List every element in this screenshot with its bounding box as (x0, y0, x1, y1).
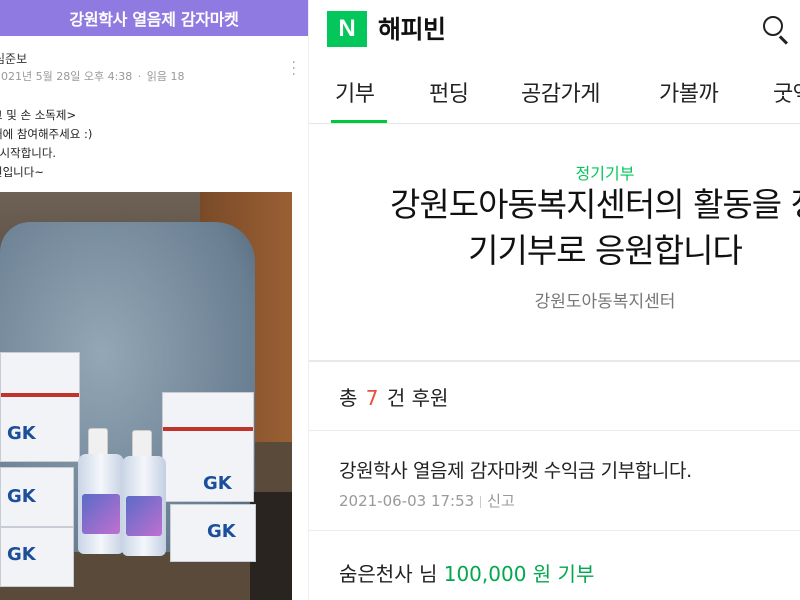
mask-box: GK (170, 504, 256, 562)
box-logo: GK (207, 521, 236, 542)
campaign-title: 강원도아동복지센터의 활동을 정 기기부로 응원합니다 (389, 185, 800, 270)
post-body: 크 및 손 소독제> 배에 참여해주세요 :) | 시작합니다. 원입니다~ (0, 106, 92, 182)
donation-amount: 100,000 원 기부 (443, 562, 595, 586)
photo-shelf (250, 492, 292, 600)
tab-empathy-store[interactable]: 공감가게 (521, 76, 600, 108)
post-body-line: 배에 참여해주세요 :) (0, 127, 93, 141)
message-datetime: 2021-06-03 17:53 (339, 492, 475, 510)
total-prefix: 총 (339, 386, 358, 410)
post-views: 읽음 18 (146, 70, 185, 83)
divider (309, 530, 800, 531)
post-body-line: 원입니다~ (0, 165, 44, 179)
divider (309, 430, 800, 431)
total-suffix: 건 후원 (386, 386, 449, 410)
cafe-post-panel: 강원학사 열음제 감자마켓 심준보 2021년 5월 28일 오후 4:38 ·… (0, 0, 308, 600)
donor-row: 숨은천사 님 100,000 원 기부 (339, 558, 594, 587)
box-stripe (163, 427, 253, 431)
naver-logo-icon[interactable]: N (327, 11, 367, 47)
donation-message: 강원학사 열음제 감자마켓 수익금 기부합니다. (339, 460, 692, 482)
mask-box: GK (162, 392, 254, 502)
meta-separator: · (137, 70, 142, 83)
tab-donate[interactable]: 기부 (335, 76, 375, 108)
post-author[interactable]: 심준보 (0, 50, 308, 68)
post-date: 2021년 5월 28일 오후 4:38 (0, 70, 133, 83)
mask-box: GK (0, 352, 80, 462)
happybean-panel: N 해피빈 기부 펀딩 공감가게 가볼까 굿액 정기기부 강원도아동복지센터의 … (308, 0, 800, 600)
bottle-label (82, 494, 120, 534)
mask-box: GK (0, 467, 74, 527)
report-link[interactable]: 신고 (487, 492, 515, 510)
meta-divider (480, 495, 482, 508)
top-bar: N 해피빈 (309, 0, 800, 56)
sanitizer-bottle (122, 456, 166, 556)
tab-goods[interactable]: 굿액 (773, 76, 800, 108)
post-meta: 심준보 2021년 5월 28일 오후 4:38 · 읽음 18 ··· (0, 50, 308, 86)
more-options-icon[interactable]: · · · (292, 56, 296, 82)
box-logo: GK (7, 486, 36, 507)
donor-name: 숨은천사 님 (339, 562, 438, 586)
post-meta-line: 2021년 5월 28일 오후 4:38 · 읽음 18 (0, 68, 308, 86)
post-board-title: 강원학사 열음제 감자마켓 (0, 0, 308, 36)
box-stripe (1, 393, 79, 397)
post-body-line: | 시작합니다. (0, 146, 57, 160)
box-logo: GK (7, 423, 36, 444)
post-photo[interactable]: GK GK GK GK GK (0, 192, 292, 600)
sanitizer-bottle (78, 454, 124, 554)
section-divider (309, 360, 800, 362)
organization-name[interactable]: 강원도아동복지센터 (309, 287, 800, 312)
active-tab-indicator (331, 120, 387, 123)
message-meta: 2021-06-03 17:53 신고 (339, 490, 515, 511)
mask-box: GK (0, 527, 74, 587)
tab-funding[interactable]: 펀딩 (429, 76, 469, 108)
service-title[interactable]: 해피빈 (378, 10, 446, 46)
bottle-label (126, 496, 162, 536)
search-icon-ring (763, 16, 783, 36)
donation-total: 총 7 건 후원 (339, 382, 448, 411)
box-logo: GK (7, 544, 36, 565)
total-count: 7 (365, 386, 379, 410)
campaign-category: 정기기부 (575, 164, 635, 183)
category-tabs: 기부 펀딩 공감가게 가볼까 굿액 (309, 70, 800, 124)
search-icon-handle (779, 35, 788, 45)
post-body-line: 크 및 손 소독제> (0, 108, 77, 122)
box-logo: GK (203, 473, 232, 494)
tab-explore[interactable]: 가볼까 (659, 76, 719, 108)
search-icon[interactable] (759, 12, 793, 46)
